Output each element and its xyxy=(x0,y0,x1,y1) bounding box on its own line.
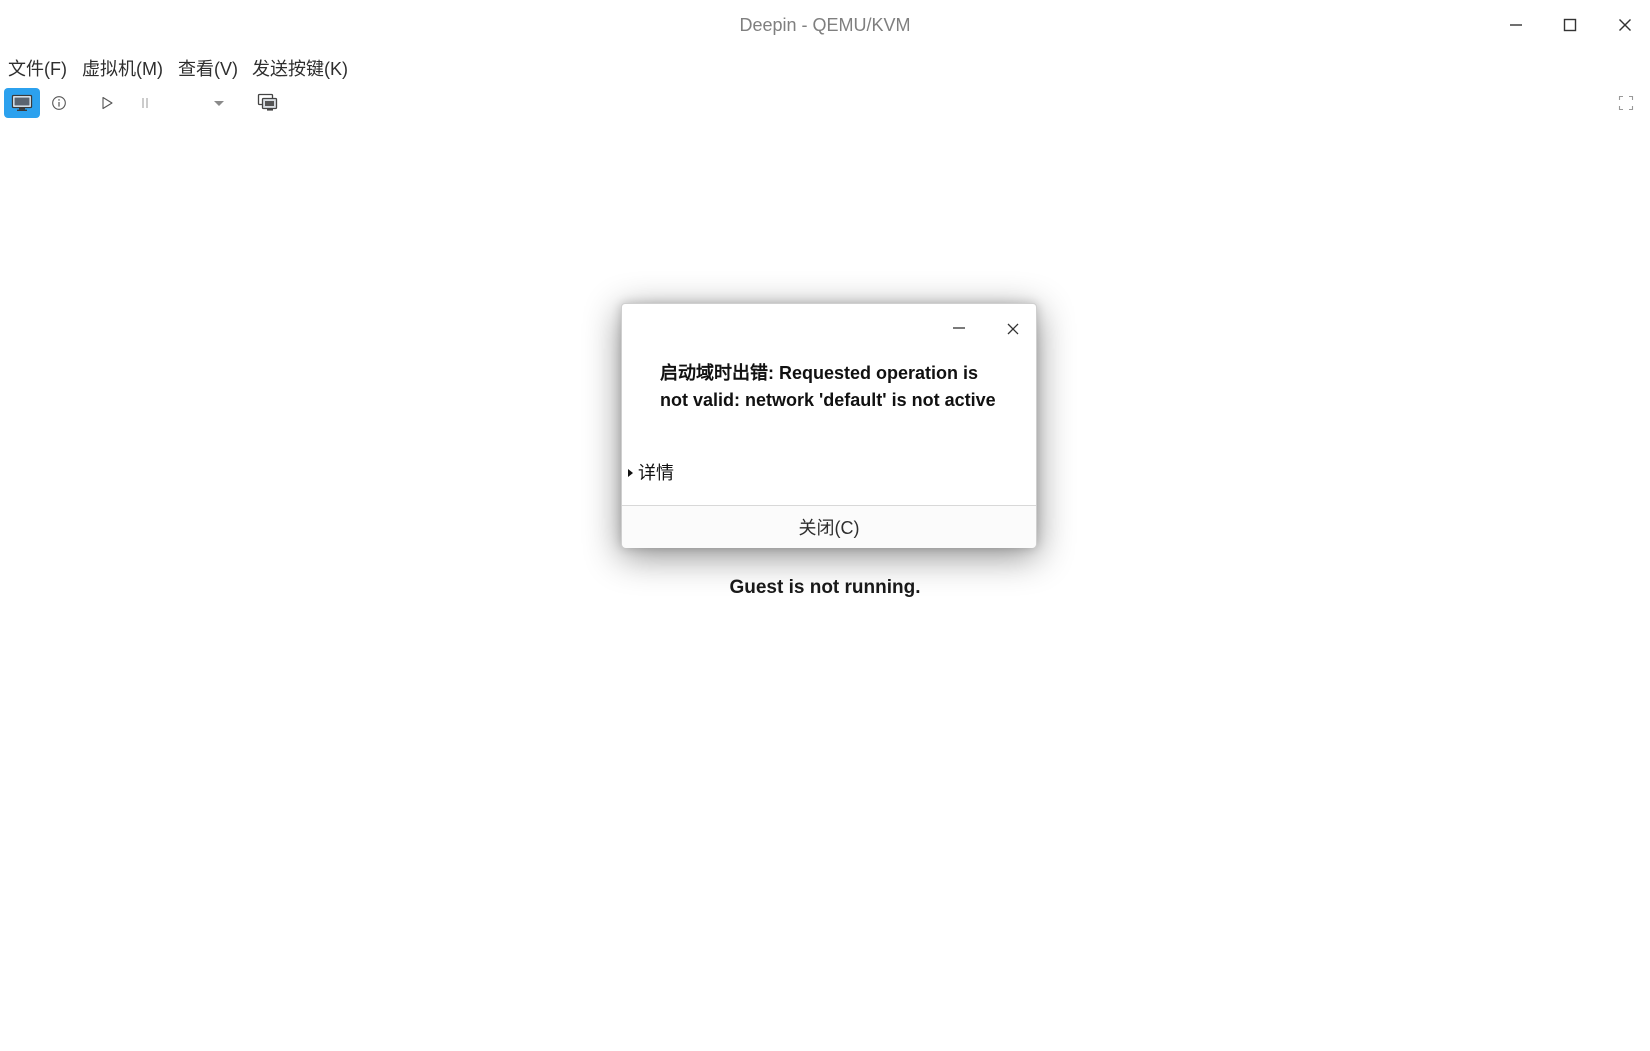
guest-status-message: Guest is not running. xyxy=(729,577,921,598)
window-minimize-button[interactable] xyxy=(1501,10,1531,40)
window-title: Deepin - QEMU/KVM xyxy=(739,15,911,35)
dropdown-arrow-icon xyxy=(214,101,224,106)
details-expander-label: 详情 xyxy=(638,463,674,483)
app-window: Deepin - QEMU/KVM 文件(F) 虚拟机(M) 查看(V) 发送按… xyxy=(0,0,1650,1051)
window-close-button[interactable] xyxy=(1610,10,1640,40)
console-monitor-icon xyxy=(11,94,33,111)
expander-arrow-icon xyxy=(628,469,633,477)
menu-virtual-machine[interactable]: 虚拟机(M) xyxy=(82,56,163,82)
maximize-icon xyxy=(1563,18,1577,32)
shutdown-menu-dropdown[interactable] xyxy=(209,93,229,113)
pause-button[interactable] xyxy=(135,93,155,113)
run-button[interactable] xyxy=(97,93,117,113)
close-icon xyxy=(1007,323,1019,335)
snapshot-icon xyxy=(257,93,278,111)
fullscreen-button[interactable] xyxy=(1615,93,1637,113)
dialog-close-button[interactable] xyxy=(999,315,1027,343)
minimize-icon xyxy=(1510,24,1522,26)
menu-file[interactable]: 文件(F) xyxy=(8,56,67,82)
dialog-close-action-button[interactable]: 关闭(C) xyxy=(622,505,1036,548)
info-icon xyxy=(52,96,66,110)
console-view-button[interactable] xyxy=(4,88,40,118)
error-message: 启动域时出错: Requested operation is not valid… xyxy=(660,363,996,410)
details-expander[interactable]: 详情 xyxy=(626,461,674,485)
close-icon xyxy=(1619,19,1631,31)
pause-icon xyxy=(142,98,148,108)
play-icon xyxy=(102,96,113,110)
error-dialog: 启动域时出错: Requested operation is not valid… xyxy=(621,303,1037,548)
minimize-icon xyxy=(953,327,965,329)
fullscreen-icon xyxy=(1618,95,1634,111)
snapshot-button[interactable] xyxy=(256,91,280,115)
menu-bar: 文件(F) 虚拟机(M) 查看(V) 发送按键(K) xyxy=(0,56,1650,82)
title-bar: Deepin - QEMU/KVM xyxy=(0,0,1650,50)
menu-view[interactable]: 查看(V) xyxy=(178,56,238,82)
toolbar xyxy=(0,86,1650,120)
details-view-button[interactable] xyxy=(49,93,69,113)
dialog-minimize-button[interactable] xyxy=(945,314,973,342)
window-maximize-button[interactable] xyxy=(1555,10,1585,40)
menu-send-key[interactable]: 发送按键(K) xyxy=(252,56,348,82)
